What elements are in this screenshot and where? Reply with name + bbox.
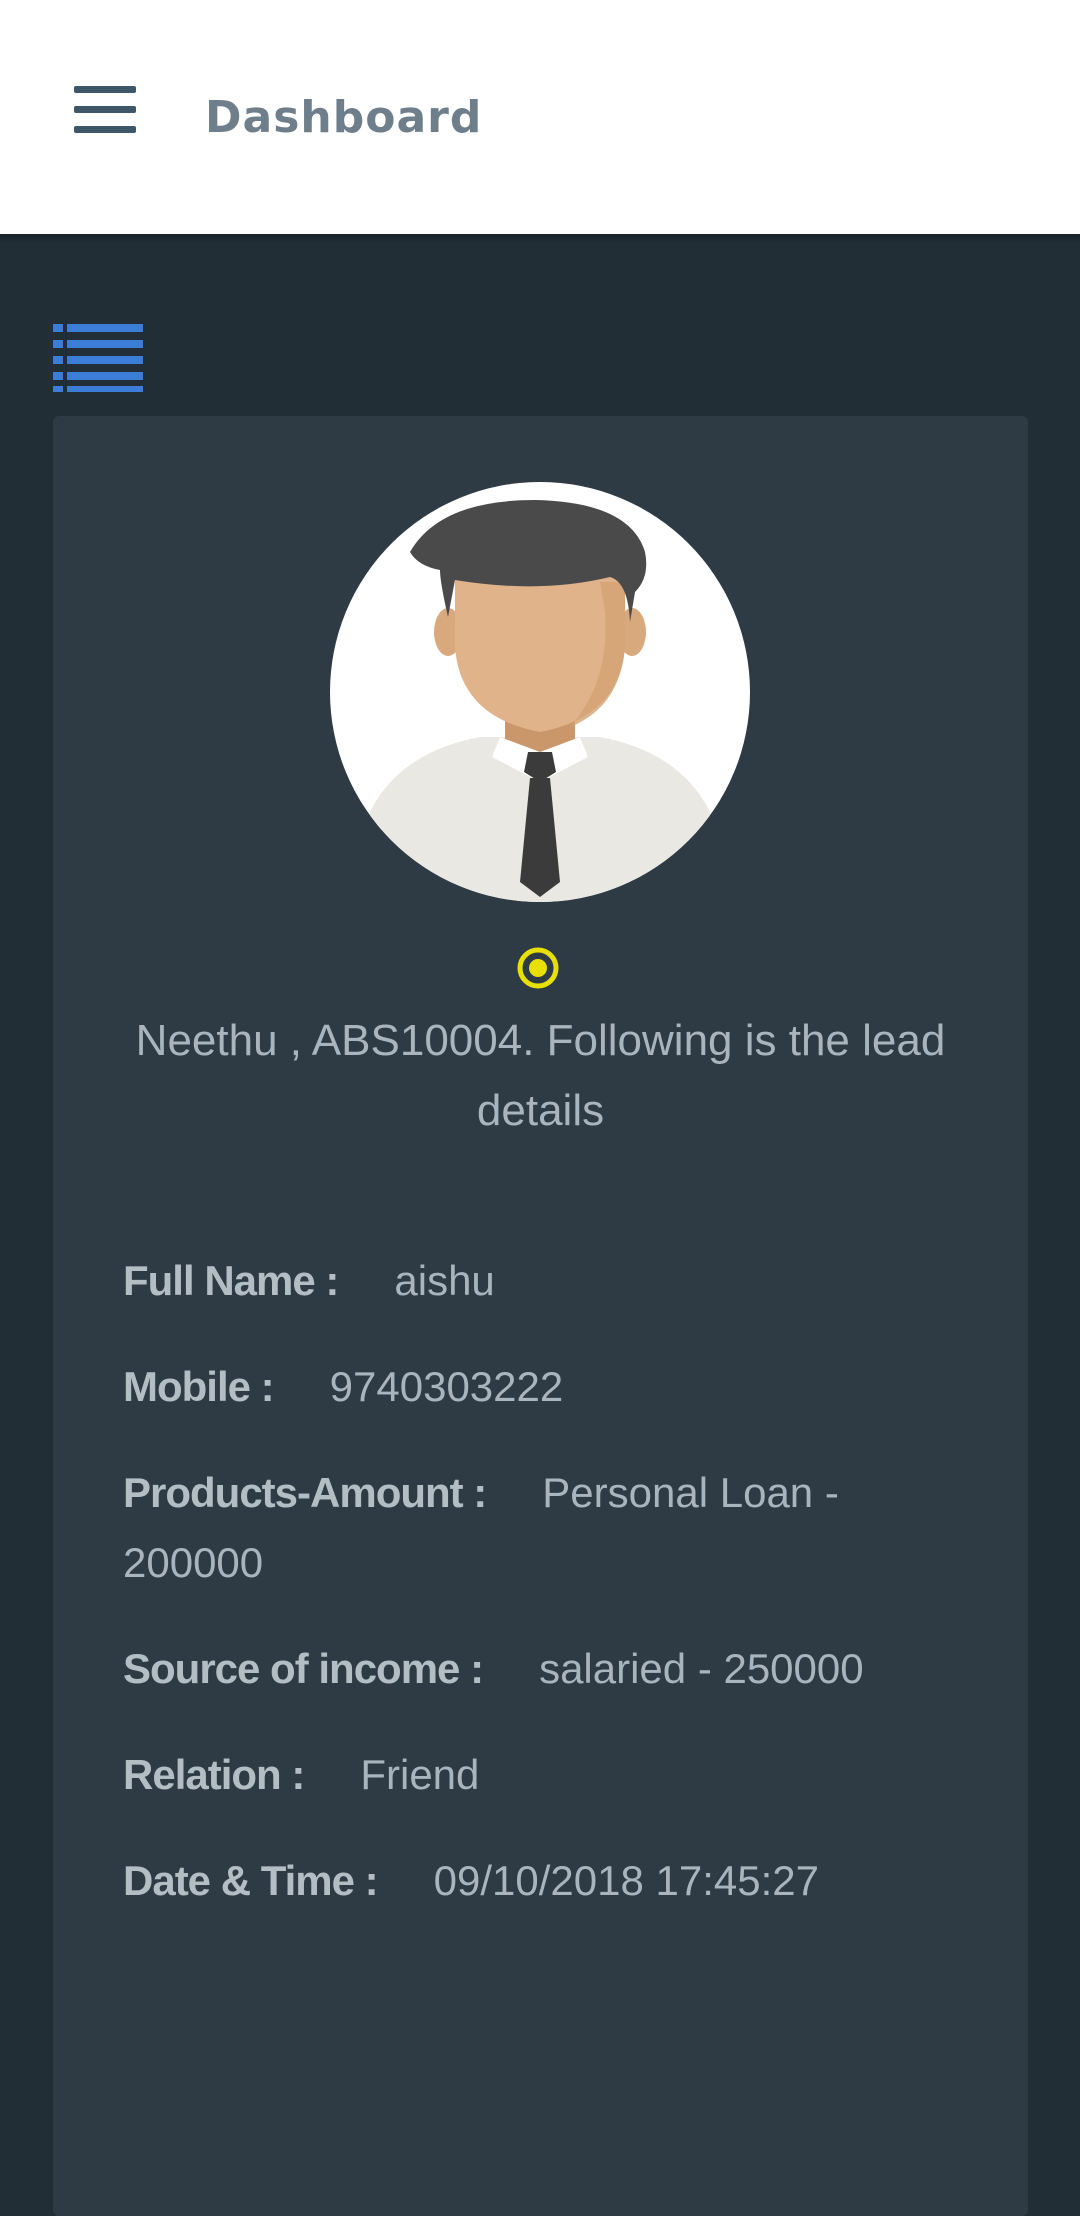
detail-label: Products-Amount : <box>123 1469 487 1516</box>
greeting-text: Neethu , ABS10004. Following is the lead… <box>135 1016 946 1135</box>
detail-value: salaried - 250000 <box>539 1645 864 1692</box>
detail-row-mobile: Mobile : 9740303222 <box>123 1352 983 1422</box>
detail-row-relation: Relation : Friend <box>123 1740 983 1810</box>
detail-label: Date & Time : <box>123 1857 379 1904</box>
detail-label: Source of income : <box>123 1645 484 1692</box>
detail-label: Full Name : <box>123 1257 339 1304</box>
detail-label: Relation : <box>123 1751 305 1798</box>
detail-value: aishu <box>394 1257 495 1304</box>
lead-details-card: Neethu , ABS10004. Following is the lead… <box>53 416 1028 2216</box>
detail-row-source-of-income: Source of income : salaried - 250000 <box>123 1634 983 1704</box>
menu-bar <box>74 126 136 133</box>
lead-details-list: Full Name : aishu Mobile : 9740303222 Prod… <box>123 1246 983 1952</box>
user-avatar-icon <box>330 482 750 902</box>
detail-value: 09/10/2018 17:45:27 <box>433 1857 820 1904</box>
status-indicator-icon[interactable] <box>516 946 560 990</box>
detail-row-full-name: Full Name : aishu <box>123 1246 983 1316</box>
list-view-icon[interactable] <box>53 320 143 394</box>
page-title: Dashboard <box>205 92 483 143</box>
hamburger-menu-icon[interactable] <box>70 82 140 138</box>
app-header: Dashboard <box>0 0 1080 234</box>
detail-row-products-amount: Products-Amount : Personal Loan - 200000 <box>123 1458 983 1598</box>
detail-value: 9740303222 <box>329 1363 564 1410</box>
detail-value: Friend <box>360 1751 480 1798</box>
header-shadow <box>0 234 1080 244</box>
detail-row-date-time: Date & Time : 09/10/2018 17:45:27 <box>123 1846 983 1916</box>
detail-label: Mobile : <box>123 1363 275 1410</box>
menu-bar <box>74 86 136 93</box>
menu-bar <box>74 106 136 113</box>
